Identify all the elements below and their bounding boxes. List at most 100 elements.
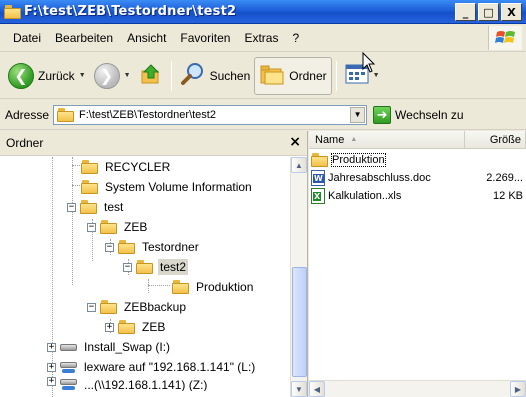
expand-icon[interactable]: + xyxy=(47,377,56,386)
tree-item-test2[interactable]: − test2 xyxy=(123,257,189,277)
folder-pane-scrollbar[interactable]: ▲ ▼ xyxy=(290,157,307,397)
tree-item-lexware[interactable]: + lexware auf "192.168.1.141" (L:) xyxy=(47,357,257,377)
tree-line xyxy=(148,279,149,293)
toolbar-separator xyxy=(170,60,172,91)
collapse-icon[interactable]: − xyxy=(123,262,132,272)
menu-bearbeiten[interactable]: Bearbeiten xyxy=(48,31,120,45)
expand-icon[interactable]: + xyxy=(47,362,56,372)
column-header-size[interactable]: Größe xyxy=(465,131,526,148)
back-arrow-icon: ❮ xyxy=(8,62,34,89)
collapse-icon[interactable]: − xyxy=(105,242,114,252)
folders-button[interactable]: Ordner xyxy=(254,56,332,95)
menu-ansicht[interactable]: Ansicht xyxy=(120,31,173,45)
menu-help[interactable]: ? xyxy=(285,31,306,45)
forward-arrow-icon: ❯ xyxy=(93,62,120,89)
menu-bar: Datei Bearbeiten Ansicht Favoriten Extra… xyxy=(0,24,526,52)
back-label: Zurück xyxy=(38,68,75,83)
tree-line xyxy=(72,165,80,166)
chevron-down-icon[interactable]: ▼ xyxy=(350,106,366,123)
collapse-icon[interactable]: − xyxy=(67,202,76,212)
column-headers: Name ▲ Größe xyxy=(309,131,526,149)
window-controls: _ □ X xyxy=(455,3,522,21)
folder-icon xyxy=(81,180,99,194)
expand-icon[interactable]: + xyxy=(47,342,56,352)
folder-icon xyxy=(100,300,118,314)
address-label: Adresse xyxy=(5,107,50,122)
search-button[interactable]: Suchen xyxy=(176,57,255,95)
tree-item-zebbackup[interactable]: − ZEBbackup xyxy=(87,297,188,317)
menu-favoriten[interactable]: Favoriten xyxy=(173,31,237,45)
close-button[interactable]: X xyxy=(501,3,522,21)
mouse-cursor-icon xyxy=(362,51,376,74)
tree-line xyxy=(148,285,170,286)
tree-item-label: lexware auf "192.168.1.141" (L:) xyxy=(84,360,256,374)
file-row[interactable]: X Kalkulation..xls 12 KB xyxy=(309,187,526,205)
file-size: 12 KB xyxy=(493,190,523,202)
folder-icon xyxy=(118,320,136,334)
back-button[interactable]: ❮ Zurück ▼ xyxy=(4,57,90,95)
go-label: Wechseln zu xyxy=(395,107,464,122)
tree-item-zeb-backup[interactable]: + ZEB xyxy=(105,317,167,337)
address-bar: Adresse F:\test\ZEB\Testordner\test2 ▼ ➜… xyxy=(0,100,526,130)
file-size: 2.269... xyxy=(486,172,523,184)
column-header-name[interactable]: Name ▲ xyxy=(309,131,465,148)
expand-icon[interactable]: + xyxy=(105,322,114,332)
tree-item-test[interactable]: − test xyxy=(67,197,125,217)
file-name-cell: X Kalkulation..xls xyxy=(309,188,465,204)
tree-item-label: Produktion xyxy=(196,280,254,294)
file-name-cell: Produktion xyxy=(309,153,465,167)
chevron-down-icon[interactable]: ▼ xyxy=(124,72,131,79)
word-document-icon: W xyxy=(311,170,325,186)
scroll-left-icon[interactable]: ◀ xyxy=(309,381,325,397)
menu-extras[interactable]: Extras xyxy=(237,31,285,45)
excel-spreadsheet-icon: X xyxy=(311,188,325,204)
up-folder-button[interactable] xyxy=(135,57,167,95)
close-icon[interactable]: × xyxy=(289,134,301,150)
file-row[interactable]: Produktion xyxy=(309,151,526,169)
tree-item-label: Testordner xyxy=(142,240,199,254)
folder-tree-pane: Ordner × RECYCLER System Volume Informat… xyxy=(0,131,308,397)
tree-item-recycler[interactable]: RECYCLER xyxy=(81,157,172,177)
folder-icon xyxy=(311,153,329,167)
minimize-button[interactable]: _ xyxy=(455,3,476,21)
tree-item-system-volume-information[interactable]: System Volume Information xyxy=(81,177,254,197)
folder-icon xyxy=(118,240,136,254)
menu-datei[interactable]: Datei xyxy=(6,31,48,45)
folders-icon xyxy=(259,62,285,89)
go-button[interactable]: ➜ Wechseln zu xyxy=(373,105,464,124)
file-name-cell: W Jahresabschluss.doc xyxy=(309,170,465,186)
scrollbar-thumb[interactable] xyxy=(292,267,307,377)
address-input[interactable]: F:\test\ZEB\Testordner\test2 ▼ xyxy=(53,104,368,125)
folder-icon xyxy=(172,280,190,294)
folder-pane-header: Ordner × xyxy=(0,131,307,156)
file-row[interactable]: W Jahresabschluss.doc 2.269... xyxy=(309,169,526,187)
tree-item-label: RECYCLER xyxy=(105,160,171,174)
windows-logo-icon xyxy=(488,26,522,50)
title-bar[interactable]: F:\test\ZEB\Testordner\test2 _ □ X xyxy=(0,0,526,24)
tree-item-label: ZEB xyxy=(142,320,166,334)
tree-item-install-swap[interactable]: + Install_Swap (I:) xyxy=(47,337,172,357)
collapse-icon[interactable]: − xyxy=(87,222,96,232)
scroll-right-icon[interactable]: ▶ xyxy=(510,381,526,397)
folder-icon xyxy=(4,4,21,19)
tree-item-zeb[interactable]: − ZEB xyxy=(87,217,149,237)
go-arrow-icon: ➜ xyxy=(373,105,392,124)
file-list-horizontal-scrollbar[interactable]: ◀ ▶ xyxy=(309,380,526,397)
chevron-down-icon[interactable]: ▼ xyxy=(79,72,86,79)
file-name: Produktion xyxy=(331,153,386,167)
tree-item-label: ZEBbackup xyxy=(124,300,187,314)
tree-item-label: Install_Swap (I:) xyxy=(84,340,171,354)
maximize-button[interactable]: □ xyxy=(478,3,499,21)
scroll-up-icon[interactable]: ▲ xyxy=(291,157,307,173)
toolbar: ❮ Zurück ▼ ❯ ▼ Suchen Ordner ▼ xyxy=(0,53,526,99)
forward-button[interactable]: ❯ ▼ xyxy=(90,57,135,95)
scroll-down-icon[interactable]: ▼ xyxy=(291,381,307,397)
window-title: F:\test\ZEB\Testordner\test2 xyxy=(24,4,237,19)
collapse-icon[interactable]: − xyxy=(87,302,96,312)
tree-item-testordner[interactable]: − Testordner xyxy=(105,237,201,257)
tree-item-produktion[interactable]: Produktion xyxy=(172,277,255,297)
search-icon xyxy=(180,61,206,90)
folder-icon xyxy=(57,107,75,122)
search-label: Suchen xyxy=(209,68,251,83)
tree-item-network-z[interactable]: + ...(\\192.168.1.141) (Z:) xyxy=(47,377,209,391)
